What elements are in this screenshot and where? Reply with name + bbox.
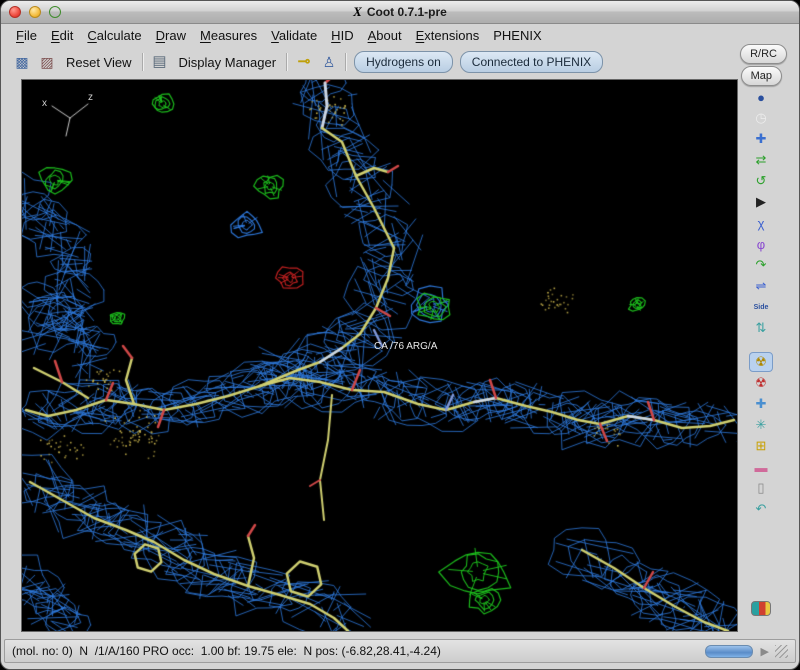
- menu-hid[interactable]: HID: [324, 26, 360, 45]
- resize-grip[interactable]: [775, 644, 788, 658]
- x11-icon: X: [353, 4, 362, 19]
- clock-icon[interactable]: ◷: [749, 108, 773, 128]
- menu-bar: File Edit Calculate Draw Measures Validate HID…: [9, 23, 549, 47]
- window-title-text: Coot 0.7.1-pre: [366, 5, 447, 19]
- up-down-arrows-icon[interactable]: ⇅: [749, 318, 773, 338]
- density-canvas[interactable]: [22, 80, 737, 631]
- map-button[interactable]: Map: [740, 66, 782, 86]
- key-icon[interactable]: ⊸: [295, 54, 313, 70]
- flip-arrow-icon[interactable]: ↷: [749, 255, 773, 275]
- expand-arrow-icon[interactable]: ▶: [761, 645, 769, 658]
- figure-icon[interactable]: ♙: [320, 54, 338, 70]
- equilibrium-arrows-icon[interactable]: ⇌: [749, 276, 773, 296]
- chi-angles-icon[interactable]: χ: [749, 213, 773, 233]
- menu-draw[interactable]: Draw: [149, 26, 193, 45]
- blue-sphere-icon[interactable]: ●: [749, 87, 773, 107]
- title-bar[interactable]: X Coot 0.7.1-pre: [1, 1, 799, 24]
- gl-viewport[interactable]: x z CA /76 ARG/A: [21, 79, 738, 632]
- menu-about[interactable]: About: [361, 26, 409, 45]
- reset-view-button[interactable]: Reset View: [63, 53, 135, 72]
- right-toolbar: ● ◷ ✚ ⇄ ↺ ▶ χ φ ↷ ⇌ Side ⇅ ☢ ☢ ✚ ✳ ⊞ ▬ ▯ ↶: [741, 87, 781, 632]
- radiation-red-icon[interactable]: ☢: [749, 373, 773, 393]
- axis-label-z: z: [88, 92, 93, 103]
- menu-edit[interactable]: Edit: [44, 26, 80, 45]
- menu-calculate[interactable]: Calculate: [80, 26, 148, 45]
- zoom-button[interactable]: [49, 6, 61, 18]
- display-manager-button[interactable]: Display Manager: [176, 53, 280, 72]
- main-toolbar: ▩ ▨ Reset View ▤ Display Manager ⊸ ♙ Hyd…: [13, 49, 604, 75]
- close-button[interactable]: [9, 6, 21, 18]
- side-chain-180-icon[interactable]: Side: [749, 297, 773, 317]
- move-arrows-icon[interactable]: ✚: [749, 129, 773, 149]
- menu-validate[interactable]: Validate: [264, 26, 324, 45]
- hydrogens-toggle[interactable]: Hydrogens on: [354, 51, 453, 73]
- minimize-button[interactable]: [29, 6, 41, 18]
- display-manager-icon[interactable]: ▤: [151, 54, 169, 70]
- rrc-button[interactable]: R/RC: [740, 44, 787, 64]
- phenix-status-button[interactable]: Connected to PHENIX: [459, 51, 604, 73]
- squared-plus-icon[interactable]: ⊞: [749, 436, 773, 456]
- coot-window: X Coot 0.7.1-pre File Edit Calculate Draw Me…: [0, 0, 800, 670]
- asterisk-tool-icon[interactable]: ✳: [749, 415, 773, 435]
- exchange-arrows-icon[interactable]: ⇄: [749, 150, 773, 170]
- menu-phenix[interactable]: PHENIX: [486, 26, 548, 45]
- open-map-icon[interactable]: ▨: [38, 54, 56, 70]
- toolbar-separator: [286, 53, 289, 71]
- phi-torsion-icon[interactable]: φ: [749, 234, 773, 254]
- undo-arrow-icon[interactable]: ↶: [749, 499, 773, 519]
- radiation-yellow-icon[interactable]: ☢: [749, 352, 773, 372]
- menu-extensions[interactable]: Extensions: [409, 26, 487, 45]
- traffic-lights: [9, 6, 61, 18]
- atom-label: CA /76 ARG/A: [374, 341, 438, 352]
- play-icon[interactable]: ▶: [749, 192, 773, 212]
- status-text: (mol. no: 0) N /1/A/160 PRO occ: 1.00 bf…: [12, 644, 441, 658]
- trash-icon[interactable]: ▯: [749, 478, 773, 498]
- status-bar: (mol. no: 0) N /1/A/160 PRO occ: 1.00 bf…: [4, 639, 796, 663]
- toolbar-separator: [141, 53, 144, 71]
- open-coordinates-icon[interactable]: ▩: [13, 54, 31, 70]
- rotate-ccw-icon[interactable]: ↺: [749, 171, 773, 191]
- menu-file[interactable]: File: [9, 26, 44, 45]
- mini-scrollbar[interactable]: [704, 644, 753, 658]
- toolbar-separator: [345, 53, 348, 71]
- eraser-icon[interactable]: ▬: [749, 457, 773, 477]
- plus-cross-icon[interactable]: ✚: [749, 394, 773, 414]
- menu-measures[interactable]: Measures: [193, 26, 264, 45]
- axis-label-x: x: [42, 98, 47, 109]
- window-title: X Coot 0.7.1-pre: [353, 4, 447, 20]
- picture-icon[interactable]: [751, 601, 771, 616]
